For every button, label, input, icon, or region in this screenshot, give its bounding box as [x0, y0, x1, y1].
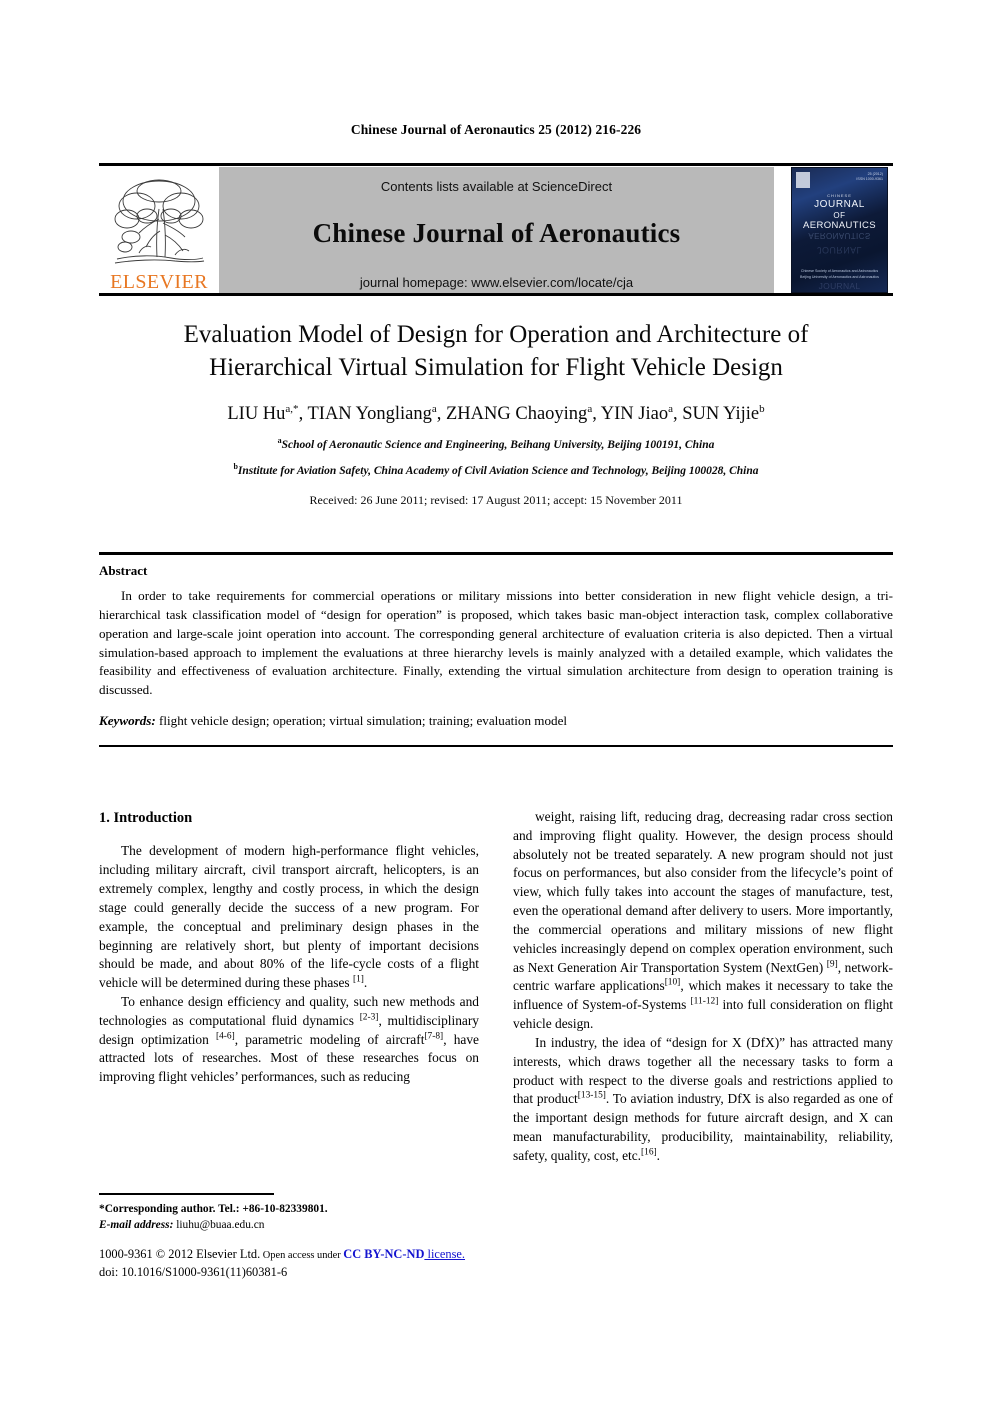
paper-title-line-1: Evaluation Model of Design for Operation…	[183, 321, 809, 348]
affiliation-a-text: School of Aeronautic Science and Enginee…	[281, 439, 715, 451]
sciencedirect-band: Contents lists available at ScienceDirec…	[219, 167, 774, 293]
masthead-bottom-rule	[99, 293, 893, 296]
abstract-heading: Abstract	[99, 563, 148, 578]
email-line: E-mail address: liuhu@buaa.edu.cn	[99, 1217, 499, 1233]
paragraph: To enhance design efficiency and quality…	[99, 993, 480, 1085]
running-head: Chinese Journal of Aeronautics 25 (2012)…	[350, 122, 642, 137]
license-name: CC BY-NC-ND	[343, 1247, 425, 1261]
footnote-rule	[99, 1193, 274, 1195]
copyright-line: 1000-9361 © 2012 Elsevier Ltd.	[99, 1247, 261, 1261]
cover-issue-info: 25 (2012) ISSN 1000-9361	[856, 172, 883, 183]
abstract-text: In order to take requirements for commer…	[99, 588, 893, 698]
license-tail: license.	[424, 1247, 466, 1261]
license-link[interactable]: CC BY-NC-ND license.	[343, 1247, 465, 1261]
body-column-left: 1. Introduction The development of moder…	[99, 808, 479, 1087]
cover-title: CHINESE JOURNAL OF AERONAUTICS	[792, 193, 887, 231]
cover-title-reflection-2: JOURNAL	[817, 245, 862, 255]
journal-masthead: ELSEVIER Contents lists available at Sci…	[99, 163, 893, 296]
cover-issue-line-2: ISSN 1000-9361	[856, 177, 883, 182]
journal-homepage-line[interactable]: journal homepage: www.elsevier.com/locat…	[360, 275, 633, 290]
cover-elsevier-icon	[796, 172, 810, 188]
body-column-right: weight, raising lift, reducing drag, dec…	[513, 808, 893, 1166]
cover-kicker: CHINESE	[827, 193, 852, 198]
received-dates: Received: 26 June 2011; revised: 17 Augu…	[309, 493, 683, 507]
cover-top-row: 25 (2012) ISSN 1000-9361	[796, 172, 883, 188]
cover-society-lines: Chinese Society of Aeronautics and Astro…	[792, 268, 887, 280]
email-label: E-mail address:	[99, 1219, 174, 1232]
title-block: Evaluation Model of Design for Operation…	[99, 318, 893, 508]
cover-title-line-1: JOURNAL	[814, 198, 865, 210]
affiliation-b: bInstitute for Aviation Safety, China Ac…	[99, 463, 893, 477]
corresponding-author-note: *Corresponding author. Tel.: +86-10-8233…	[99, 1203, 328, 1215]
cover-bottom-reflection: JOURNAL	[818, 281, 861, 291]
elsevier-wordmark: ELSEVIER	[110, 271, 208, 293]
contents-lists-line: Contents lists available at ScienceDirec…	[380, 179, 613, 194]
keywords-label: Keywords:	[99, 713, 156, 728]
doi-line: doi: 10.1016/S1000-9361(11)60381-6	[99, 1264, 288, 1279]
affiliation-b-text: Institute for Aviation Safety, China Aca…	[237, 465, 759, 477]
abstract-top-rule	[99, 552, 893, 555]
elsevier-tree-icon	[114, 179, 205, 264]
paragraph: weight, raising lift, reducing drag, dec…	[513, 809, 894, 1032]
cover-society-line-2: Beijing University of Aeronautics and As…	[800, 275, 879, 280]
email-address[interactable]: liuhu@buaa.edu.cn	[173, 1219, 264, 1231]
page-title: Evaluation Model of Design for Operation…	[146, 318, 846, 384]
abstract-bottom-rule	[99, 745, 893, 747]
open-access-label: Open access under	[260, 1250, 344, 1261]
masthead-top-rule	[99, 163, 893, 166]
copyright-block: 1000-9361 © 2012 Elsevier Ltd. Open acce…	[99, 1246, 519, 1281]
paragraph: In industry, the idea of “design for X (…	[513, 1034, 893, 1163]
footnote-block: *Corresponding author. Tel.: +86-10-8233…	[99, 1201, 499, 1233]
cover-title-line-2: OF	[833, 210, 846, 220]
author-list: LIU Hua,*, TIAN Yonglianga, ZHANG Chaoyi…	[227, 402, 765, 424]
section-heading-introduction: 1. Introduction	[99, 810, 193, 826]
journal-cover-thumbnail: 25 (2012) ISSN 1000-9361 CHINESE JOURNAL…	[791, 167, 888, 293]
paper-title-line-2: Hierarchical Virtual Simulation for Flig…	[209, 354, 783, 381]
elsevier-logo: ELSEVIER	[105, 168, 213, 292]
affiliation-a: aSchool of Aeronautic Science and Engine…	[99, 437, 893, 451]
paragraph: The development of modern high-performan…	[99, 843, 479, 991]
paper-page: Chinese Journal of Aeronautics 25 (2012)…	[0, 0, 992, 1403]
cover-title-line-3: AERONAUTICS	[802, 219, 877, 231]
cover-title-reflection: AERONAUTICS	[808, 231, 871, 240]
keywords: Keywords: flight vehicle design; operati…	[99, 713, 893, 729]
journal-title: Chinese Journal of Aeronautics	[312, 218, 681, 248]
keywords-text: flight vehicle design; operation; virtua…	[155, 713, 568, 728]
